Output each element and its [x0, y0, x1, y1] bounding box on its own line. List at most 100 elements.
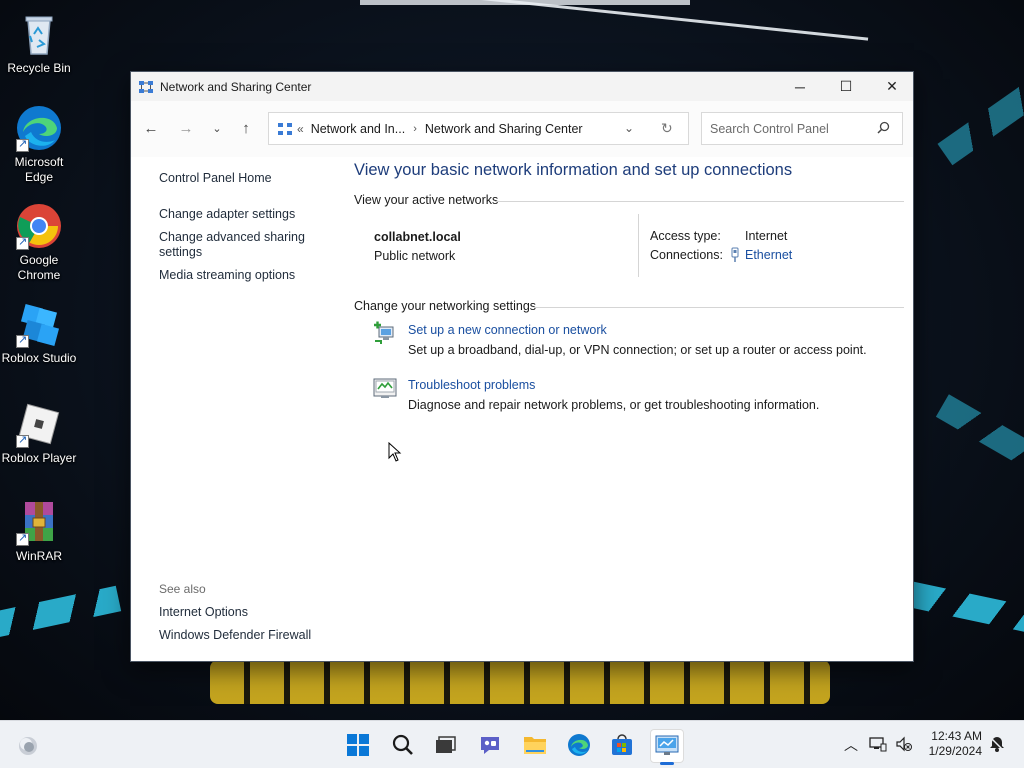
new-connection-icon	[373, 321, 397, 345]
store-button[interactable]	[605, 729, 639, 763]
desktop-icon-label: Roblox Player	[1, 451, 77, 465]
up-button[interactable]: ↑	[234, 116, 258, 140]
task-view-button[interactable]	[428, 729, 462, 763]
control-panel-icon	[655, 734, 679, 759]
ethernet-icon	[730, 247, 740, 266]
control-panel-home-link[interactable]: Control Panel Home	[159, 171, 272, 186]
media-streaming-options-link[interactable]: Media streaming options	[159, 268, 295, 283]
notifications-button[interactable]	[986, 729, 1008, 761]
desktop-icon-microsoft-edge[interactable]: Microsoft Edge	[0, 104, 78, 185]
active-networks-label: View your active networks	[354, 193, 499, 207]
network-category-link[interactable]: Public network	[374, 249, 455, 263]
change-advanced-sharing-link[interactable]: Change advanced sharing settings	[159, 230, 309, 260]
chat-button[interactable]	[473, 729, 507, 763]
network-app-icon	[139, 80, 153, 94]
roblox-player-icon	[15, 400, 63, 448]
network-sharing-center-window: Network and Sharing Center ─ ☐ ✕ ← → ⌄ ↑	[130, 71, 914, 662]
close-icon: ✕	[886, 78, 898, 94]
access-type-label: Access type:	[650, 229, 721, 243]
internet-options-link[interactable]: Internet Options	[159, 605, 248, 620]
widgets-button[interactable]	[11, 729, 45, 763]
breadcrumb-network-internet[interactable]: Network and In...	[311, 122, 406, 136]
show-hidden-icons-button[interactable]: ︿	[840, 729, 862, 761]
troubleshoot-problems-link[interactable]: Troubleshoot problems	[408, 378, 535, 392]
network-tray-icon	[869, 736, 887, 755]
chat-icon	[478, 733, 502, 760]
volume-tray-button[interactable]	[894, 729, 914, 761]
network-name: collabnet.local	[374, 230, 461, 244]
divider	[534, 307, 904, 308]
search-box	[701, 112, 903, 145]
task-view-icon	[434, 734, 456, 759]
see-also-label: See also	[159, 582, 206, 596]
setup-new-connection-link[interactable]: Set up a new connection or network	[408, 323, 607, 337]
address-dropdown-icon[interactable]: ⌄	[624, 121, 634, 135]
minimize-button[interactable]: ─	[777, 72, 823, 101]
desktop-icon-roblox-studio[interactable]: Roblox Studio	[0, 300, 78, 366]
troubleshoot-problems-description: Diagnose and repair network problems, or…	[408, 398, 820, 412]
clock-time: 12:43 AM	[931, 729, 982, 743]
desktop-icon-label: Recycle Bin	[7, 61, 71, 75]
search-icon[interactable]	[877, 121, 890, 137]
address-overflow[interactable]: «	[297, 122, 304, 136]
vertical-divider	[638, 214, 639, 277]
roblox-studio-icon	[15, 300, 63, 348]
network-location-icon	[278, 122, 292, 136]
file-explorer-button[interactable]	[518, 729, 552, 763]
windows-defender-firewall-link[interactable]: Windows Defender Firewall	[159, 628, 311, 643]
back-button[interactable]: ←	[139, 116, 163, 140]
taskbar-search-button[interactable]	[386, 729, 420, 763]
search-input[interactable]	[710, 121, 870, 136]
edge-icon	[567, 733, 591, 760]
maximize-icon: ☐	[839, 78, 853, 94]
address-toolbar: ← → ⌄ ↑ « Network and In... › Network an…	[131, 101, 913, 157]
chrome-icon	[15, 202, 63, 250]
widgets-icon	[16, 733, 40, 760]
recent-locations-button[interactable]: ⌄	[205, 116, 229, 140]
breadcrumb-network-sharing-center[interactable]: Network and Sharing Center	[425, 122, 583, 136]
winrar-icon	[15, 498, 63, 546]
desktop-icon-label: Roblox Studio	[1, 351, 77, 365]
desktop-icon-winrar[interactable]: WinRAR	[0, 498, 78, 564]
ethernet-connection-link[interactable]: Ethernet	[745, 248, 792, 262]
desktop-icon-recycle-bin[interactable]: Recycle Bin	[0, 10, 78, 76]
back-arrow-icon: ←	[143, 119, 159, 137]
taskbar-edge-button[interactable]	[562, 729, 596, 763]
maximize-button[interactable]: ☐	[823, 72, 869, 101]
change-settings-label: Change your networking settings	[354, 299, 537, 313]
notification-bell-icon	[989, 736, 1005, 755]
setup-new-connection-description: Set up a broadband, dial-up, or VPN conn…	[408, 343, 867, 357]
forward-button[interactable]: →	[174, 116, 198, 140]
divider	[495, 201, 904, 202]
search-icon	[392, 734, 414, 759]
address-bar[interactable]: « Network and In... › Network and Sharin…	[268, 112, 689, 145]
title-bar[interactable]: Network and Sharing Center ─ ☐ ✕	[131, 72, 913, 101]
close-button[interactable]: ✕	[869, 72, 915, 101]
desktop-icon-label: Google Chrome	[17, 253, 61, 282]
desktop-icon-google-chrome[interactable]: Google Chrome	[0, 202, 78, 283]
up-arrow-icon: ↑	[242, 119, 250, 137]
connections-label: Connections:	[650, 248, 723, 262]
control-panel-taskbar-button[interactable]	[650, 729, 684, 765]
page-heading: View your basic network information and …	[354, 161, 793, 179]
network-tray-button[interactable]	[868, 729, 888, 761]
access-type-value: Internet	[745, 229, 788, 243]
mouse-cursor	[388, 441, 402, 465]
change-adapter-settings-link[interactable]: Change adapter settings	[159, 207, 295, 222]
volume-muted-icon	[895, 736, 913, 755]
file-explorer-icon	[523, 734, 547, 759]
chevron-down-icon: ⌄	[212, 122, 222, 135]
start-icon	[347, 733, 369, 759]
content-area: Control Panel Home Change adapter settin…	[131, 157, 913, 661]
start-button[interactable]	[341, 729, 375, 763]
desktop-icon-label: WinRAR	[15, 549, 62, 563]
taskbar: ︿ 12:43 AM 1/29/2024	[0, 720, 1024, 768]
clock[interactable]: 12:43 AM 1/29/2024	[929, 729, 982, 759]
forward-arrow-icon: →	[178, 119, 194, 137]
clock-date: 1/29/2024	[928, 744, 982, 758]
troubleshoot-icon	[373, 376, 397, 400]
recycle-bin-icon	[15, 10, 63, 58]
desktop-icon-roblox-player[interactable]: Roblox Player	[0, 400, 78, 466]
refresh-icon[interactable]: ↻	[661, 120, 673, 137]
breadcrumb-separator[interactable]: ›	[413, 123, 417, 135]
